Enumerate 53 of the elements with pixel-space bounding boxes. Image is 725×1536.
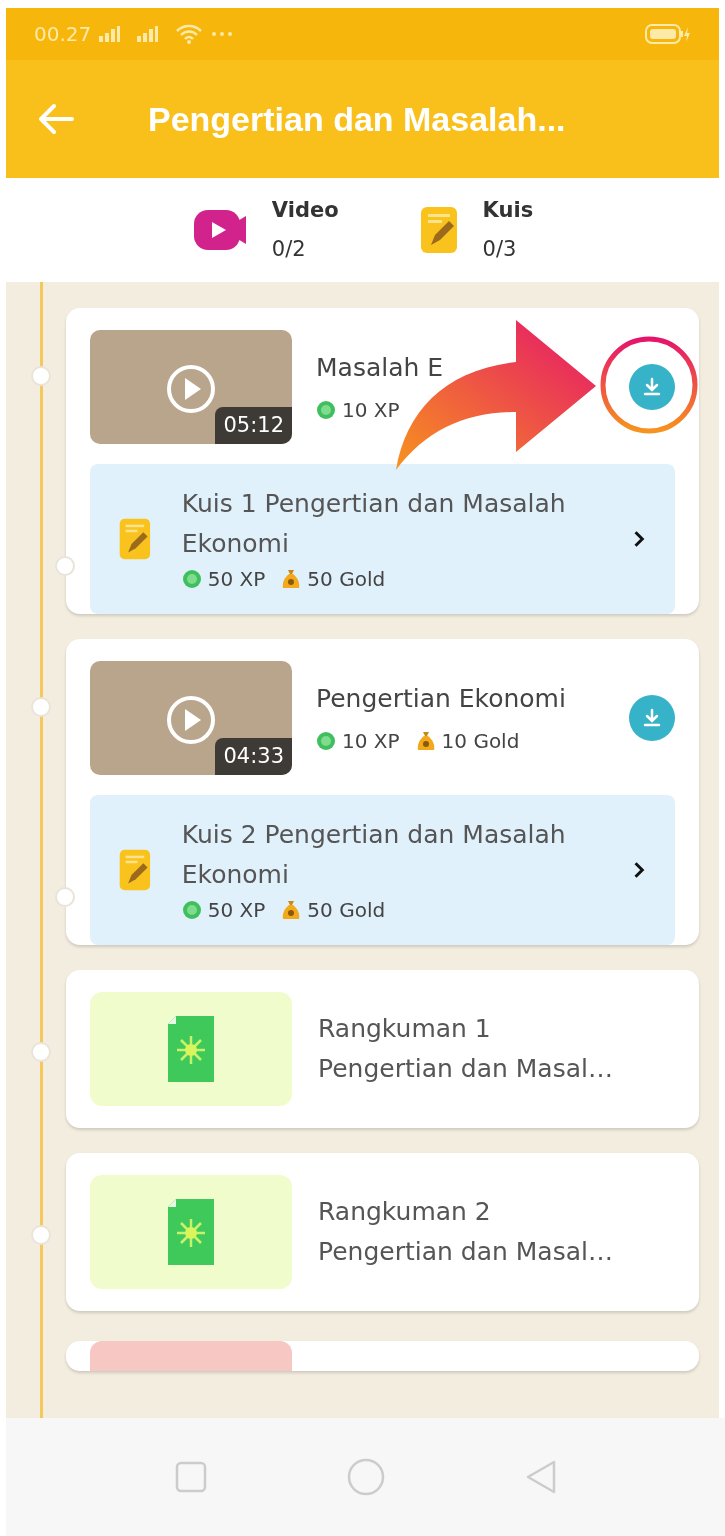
back-arrow-icon	[36, 103, 76, 135]
video-thumbnail[interactable]: 04:33	[90, 661, 292, 775]
video-thumbnail[interactable]: 05:12	[90, 330, 292, 444]
xp-coin-icon	[316, 730, 336, 751]
video-duration: 04:33	[215, 737, 292, 775]
notepad-pencil-icon	[418, 205, 459, 255]
back-button[interactable]	[36, 103, 76, 135]
play-icon	[166, 364, 216, 414]
timeline-dot	[31, 1225, 51, 1245]
play-icon	[166, 695, 216, 745]
recent-apps-icon	[174, 1461, 207, 1493]
coin-reward: 10 Gold	[441, 727, 520, 755]
video-label: Video	[271, 196, 339, 224]
video-count: 0/2	[271, 236, 307, 263]
page-title: Pengertian dan Masalah...	[148, 98, 566, 140]
battery-charging-icon	[645, 23, 691, 45]
video-duration: 05:12	[215, 406, 292, 444]
wifi-icon	[175, 24, 204, 44]
xp-reward: 10 XP	[342, 396, 400, 424]
download-icon	[641, 707, 663, 729]
timeline-dot	[31, 1042, 51, 1062]
home-icon	[346, 1458, 385, 1496]
video-title: Masalah E	[316, 352, 445, 385]
xp-reward: 50 XP	[207, 566, 266, 593]
money-bag-icon	[281, 568, 302, 590]
quiz-count: 0/3	[482, 236, 518, 263]
xp-reward: 50 XP	[207, 897, 266, 924]
quiz-title: Kuis 1 Pengertian dan Masalah Ekonomi	[181, 488, 567, 560]
xp-coin-icon	[181, 569, 202, 589]
timeline-dot	[31, 366, 51, 386]
xp-coin-icon	[316, 399, 336, 420]
money-bag-icon	[415, 729, 436, 752]
status-time: 00.27	[34, 21, 92, 48]
summary-title: Rangkuman 2	[318, 1196, 492, 1228]
coin-reward: 50 Gold	[307, 897, 386, 924]
xp-coin-icon	[181, 900, 202, 920]
money-bag-icon	[281, 899, 302, 921]
more-icon	[211, 31, 234, 37]
summary-subtitle: Pengertian dan Masal…	[318, 1053, 613, 1085]
download-button[interactable]	[629, 364, 675, 410]
chevron-right-icon	[633, 528, 645, 550]
quiz-title: Kuis 2 Pengertian dan Masalah Ekonomi	[181, 819, 567, 891]
summary-subtitle: Pengertian dan Masal…	[318, 1236, 613, 1268]
download-button[interactable]	[629, 695, 675, 741]
timeline-dot	[31, 697, 51, 717]
summary-title: Rangkuman 1	[318, 1013, 492, 1045]
coin-reward: 50 Gold	[307, 566, 386, 593]
video-title: Pengertian Ekonomi	[316, 683, 567, 716]
quiz-label: Kuis	[482, 196, 534, 224]
chevron-right-icon	[633, 859, 645, 881]
xp-reward: 10 XP	[342, 727, 400, 755]
back-triangle-icon	[524, 1459, 557, 1495]
download-icon	[641, 376, 663, 398]
